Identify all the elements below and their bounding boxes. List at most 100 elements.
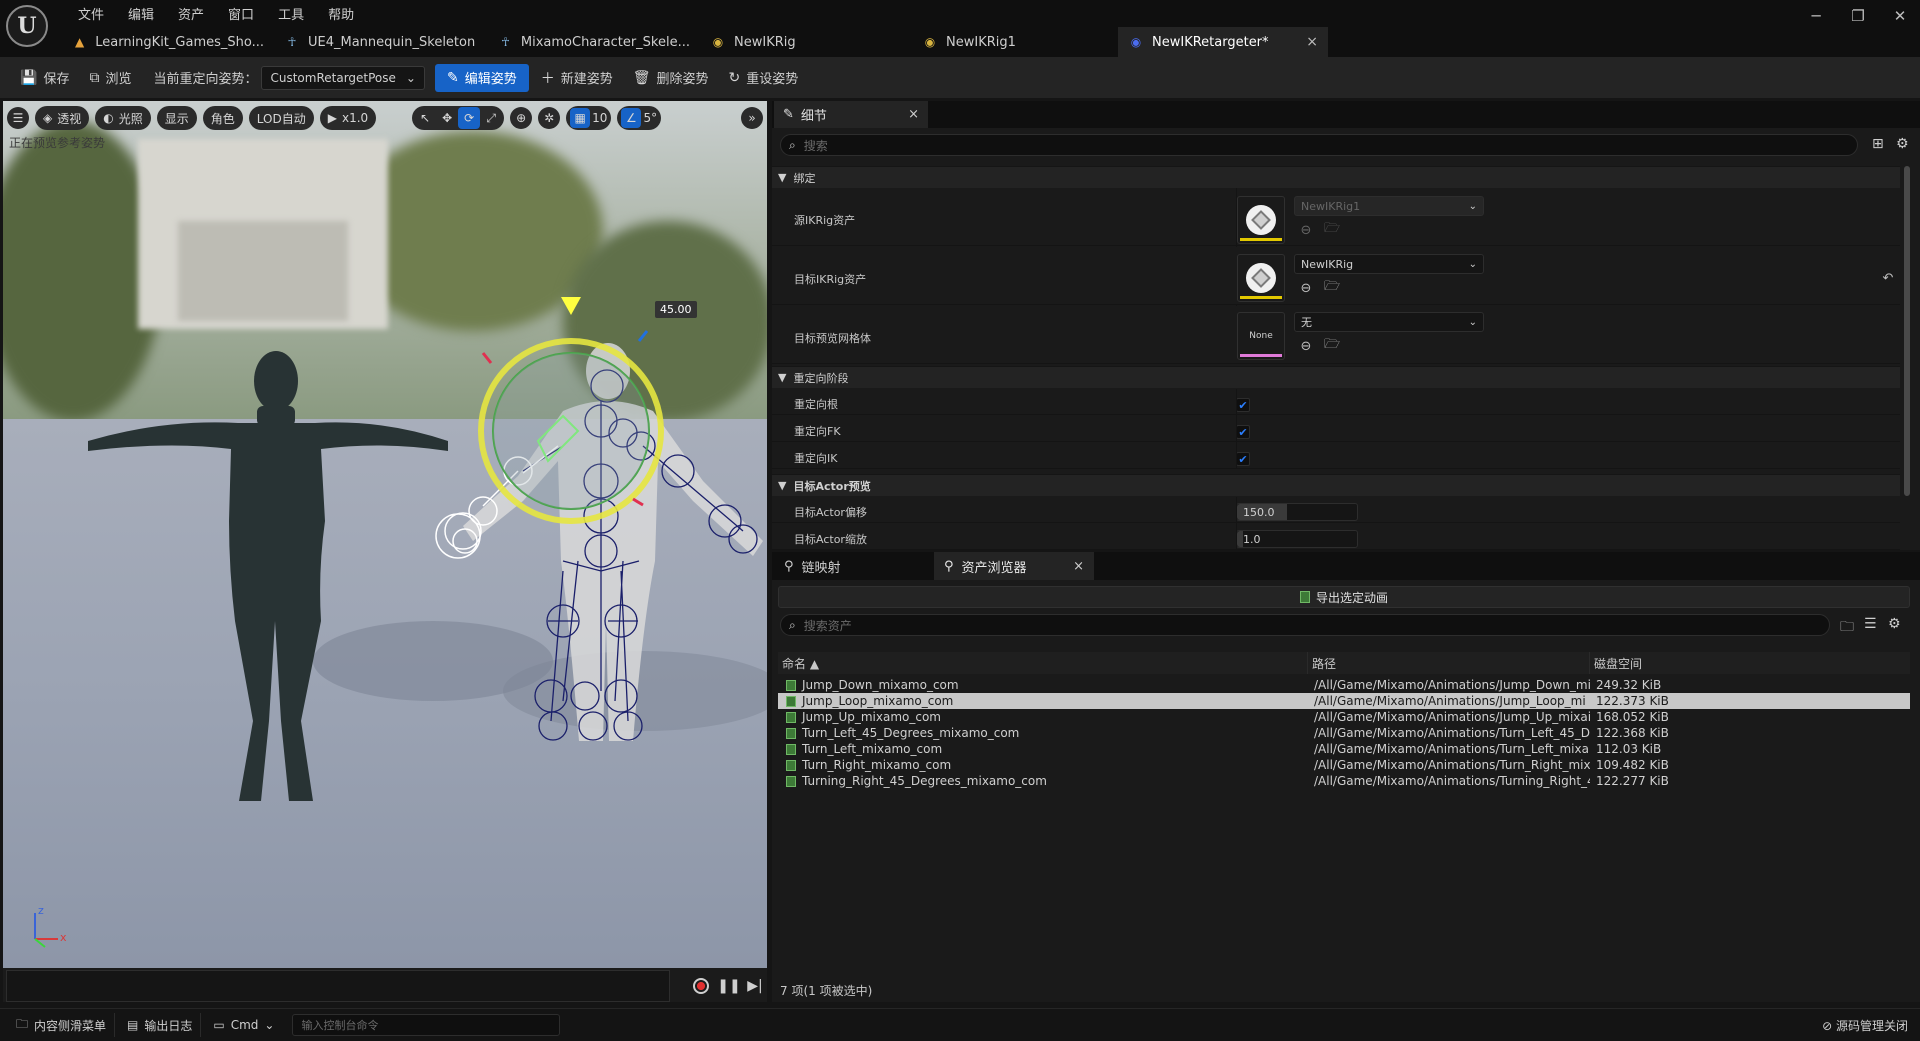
table-row[interactable]: Turn_Left_45_Degrees_mixamo_com/All/Game… <box>778 725 1910 741</box>
console-command-input[interactable]: 输入控制台命令 <box>292 1014 561 1036</box>
tab-ue4-mannequin-skeleton[interactable]: ☥ UE4_Mannequin_Skeleton <box>274 27 488 57</box>
table-row[interactable]: Turn_Left_mixamo_com/All/Game/Mixamo/Ani… <box>778 741 1910 757</box>
menu-asset[interactable]: 资产 <box>166 2 216 25</box>
menu-window[interactable]: 窗口 <box>216 2 266 25</box>
tab-newikretargeter[interactable]: ◉ NewIKRetargeter* × <box>1118 27 1328 57</box>
folder-icon[interactable]: 🗀 <box>1840 616 1854 640</box>
minimize-button[interactable]: ─ <box>1796 4 1836 28</box>
translate-tool-icon[interactable]: ✥ <box>436 107 458 129</box>
angle-snap-group[interactable]: ∠ 5° <box>617 106 662 130</box>
menu-tools[interactable]: 工具 <box>266 2 316 25</box>
column-header-path[interactable]: 路径 <box>1308 652 1590 674</box>
tab-chain-mapping[interactable]: ⚲ 链映射 <box>774 552 934 580</box>
step-forward-button[interactable]: ▶| <box>742 975 768 997</box>
source-ikrig-thumbnail[interactable] <box>1237 196 1285 244</box>
close-tab-icon[interactable]: × <box>908 107 919 122</box>
table-row[interactable]: Turning_Right_45_Degrees_mixamo_com/All/… <box>778 773 1910 789</box>
tab-asset-browser[interactable]: ⚲ 资产浏览器 × <box>934 552 1094 580</box>
filter-icon[interactable]: ☰ <box>1864 616 1877 632</box>
grid-snap-group[interactable]: ▦ 10 <box>566 106 612 130</box>
content-drawer-button[interactable]: 🗀 内容侧滑菜单 <box>8 1013 116 1037</box>
column-header-disk-size[interactable]: 磁盘空间 <box>1590 652 1910 674</box>
content-drawer-icon: 🗀 <box>16 1016 29 1031</box>
source-control-status[interactable]: ⊘ 源码管理关闭 <box>1822 1017 1908 1034</box>
retarget-fk-checkbox[interactable]: ✔ <box>1236 425 1250 439</box>
search-icon: ⌕ <box>789 617 796 632</box>
pause-button[interactable]: ❚❚ <box>716 975 742 997</box>
current-pose-dropdown[interactable]: CustomRetargetPose ⌄ <box>261 65 425 90</box>
edit-pose-button[interactable]: ✎ 编辑姿势 <box>434 63 529 92</box>
rotate-tool-icon[interactable]: ⟳ <box>458 107 481 129</box>
playback-speed-button[interactable]: ▶ x1.0 <box>319 106 377 130</box>
section-retarget-phase[interactable]: ▼ 重定向阶段 <box>772 366 1900 388</box>
surface-snap-icon[interactable]: ✲ <box>538 107 561 129</box>
menu-help[interactable]: 帮助 <box>316 2 366 25</box>
scale-tool-icon[interactable]: ⤢ <box>480 107 502 129</box>
actor-scale-field[interactable]: 1.0 <box>1236 530 1358 548</box>
tab-newikrig1[interactable]: ◉ NewIKRig1 <box>912 27 1118 57</box>
asset-size-cell: 122.277 KiB <box>1596 774 1669 788</box>
delete-pose-button[interactable]: 🗑 删除姿势 <box>625 64 717 92</box>
target-ikrig-dropdown[interactable]: NewIKRig ⌄ <box>1294 254 1484 274</box>
table-row[interactable]: Jump_Up_mixamo_com/All/Game/Mixamo/Anima… <box>778 709 1910 725</box>
close-tab-icon[interactable]: × <box>1306 34 1318 50</box>
menu-edit[interactable]: 编辑 <box>116 2 166 25</box>
actor-offset-field[interactable]: 150.0 <box>1236 503 1358 521</box>
asset-path-cell: /All/Game/Mixamo/Animations/Jump_Loop_mi <box>1314 694 1586 708</box>
details-scrollbar[interactable] <box>1904 166 1910 496</box>
expand-toolbar-icon[interactable]: » <box>741 107 763 129</box>
target-mesh-thumbnail[interactable]: None <box>1237 312 1285 360</box>
tab-details[interactable]: ✎ 细节 × <box>774 101 928 128</box>
export-selected-animations-button[interactable]: 导出选定动画 <box>778 586 1910 608</box>
lod-button[interactable]: LOD自动 <box>248 106 314 130</box>
use-selected-icon[interactable]: ⊖ <box>1298 338 1314 354</box>
settings-icon[interactable]: ⚙ <box>1888 616 1901 632</box>
log-icon: ▤ <box>127 1018 139 1032</box>
viewport-menu-button[interactable]: ☰ <box>7 107 29 129</box>
use-selected-icon: ⊖ <box>1300 222 1312 238</box>
show-button[interactable]: 显示 <box>156 106 197 130</box>
coordinate-space-icon[interactable]: ⊕ <box>510 107 533 129</box>
new-pose-button[interactable]: ＋ 新建姿势 <box>533 64 621 92</box>
asset-search-input[interactable]: ⌕ 搜索资产 <box>780 614 1830 636</box>
table-view-icon[interactable]: ⊞ <box>1872 136 1884 152</box>
details-search-input[interactable]: ⌕ 搜索 <box>780 134 1858 156</box>
perspective-button[interactable]: ◈ 透视 <box>35 106 90 130</box>
timeline-track[interactable] <box>6 970 670 1002</box>
retarget-root-checkbox[interactable]: ✔ <box>1236 398 1250 412</box>
column-header-name[interactable]: 命名 ▲ <box>778 652 1308 674</box>
tab-newikrig[interactable]: ◉ NewIKRig <box>700 27 912 57</box>
table-row[interactable]: Jump_Down_mixamo_com/All/Game/Mixamo/Ani… <box>778 677 1910 693</box>
close-window-button[interactable]: ✕ <box>1880 4 1920 28</box>
browse-asset-icon[interactable]: 🗁 <box>1324 337 1340 354</box>
reset-pose-button[interactable]: ↻ 重设姿势 <box>721 64 807 92</box>
retarget-ik-checkbox[interactable]: ✔ <box>1236 452 1250 466</box>
section-binding[interactable]: ▼ 绑定 <box>772 166 1900 188</box>
lit-mode-button[interactable]: ◐ 光照 <box>95 106 151 130</box>
browse-asset-icon[interactable]: 🗁 <box>1324 279 1340 296</box>
menu-file[interactable]: 文件 <box>66 2 116 25</box>
target-ikrig-thumbnail[interactable] <box>1237 254 1285 302</box>
table-row[interactable]: Jump_Loop_mixamo_com/All/Game/Mixamo/Ani… <box>778 693 1910 709</box>
use-selected-icon[interactable]: ⊖ <box>1298 280 1314 296</box>
asset-path-cell: /All/Game/Mixamo/Animations/Turning_Righ… <box>1314 774 1590 788</box>
skeleton-icon: ☥ <box>287 35 297 49</box>
section-target-actor-preview[interactable]: ▼ 目标Actor预览 <box>772 474 1900 496</box>
tab-mixamo-skeleton[interactable]: ☥ MixamoCharacter_Skele... <box>488 27 700 57</box>
reset-to-default-icon[interactable]: ↶ <box>1880 270 1896 286</box>
tab-learningkit[interactable]: ▲ LearningKit_Games_Sho... <box>62 27 274 57</box>
table-row[interactable]: Turn_Right_mixamo_com/All/Game/Mixamo/An… <box>778 757 1910 773</box>
output-log-button[interactable]: ▤ 输出日志 <box>119 1013 202 1037</box>
browse-button[interactable]: ⧉ 浏览 <box>81 64 139 92</box>
close-tab-icon[interactable]: × <box>1073 559 1084 574</box>
cmd-dropdown[interactable]: ▭ Cmd ⌄ <box>205 1013 282 1037</box>
target-mesh-dropdown[interactable]: 无 ⌄ <box>1294 312 1484 332</box>
record-button[interactable] <box>688 975 714 997</box>
select-tool-icon[interactable]: ↖ <box>414 107 436 129</box>
settings-icon[interactable]: ⚙ <box>1896 136 1909 152</box>
save-button[interactable]: 💾 保存 <box>12 64 77 92</box>
unreal-logo-icon[interactable]: U <box>6 5 48 47</box>
character-button[interactable]: 角色 <box>202 106 243 130</box>
restore-button[interactable]: ❐ <box>1838 4 1878 28</box>
viewport[interactable]: z x 45.00 ☰ ◈ 透视 ◐ 光照 显示 角色 LOD自动 ▶ x1.0 ↖ … <box>3 101 767 968</box>
